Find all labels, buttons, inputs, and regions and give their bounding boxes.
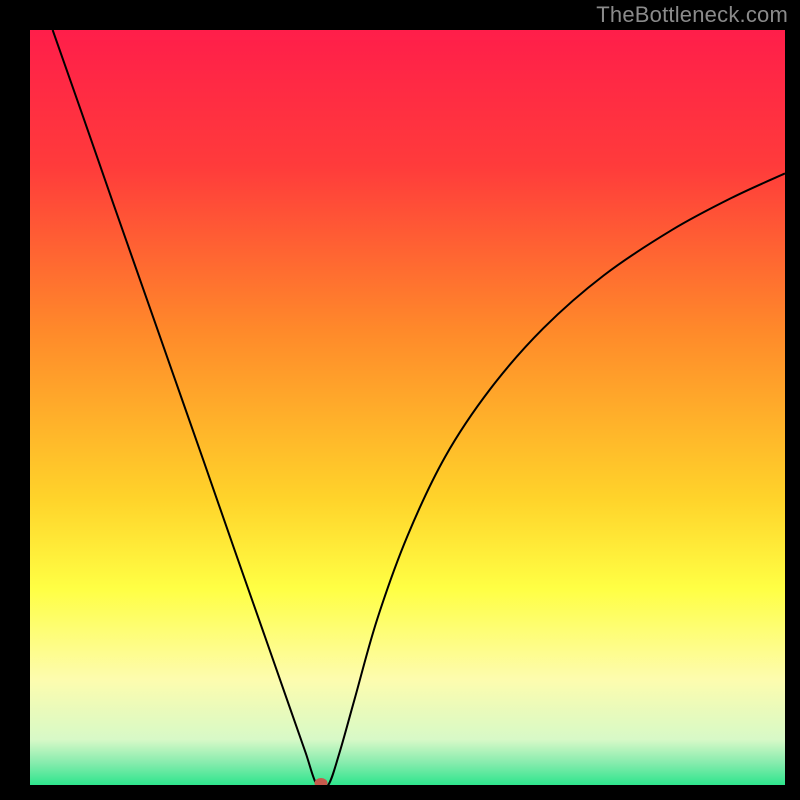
watermark-text: TheBottleneck.com [596,2,788,28]
background-gradient [30,30,785,785]
chart-frame: TheBottleneck.com [0,0,800,800]
plot-area [30,30,785,785]
